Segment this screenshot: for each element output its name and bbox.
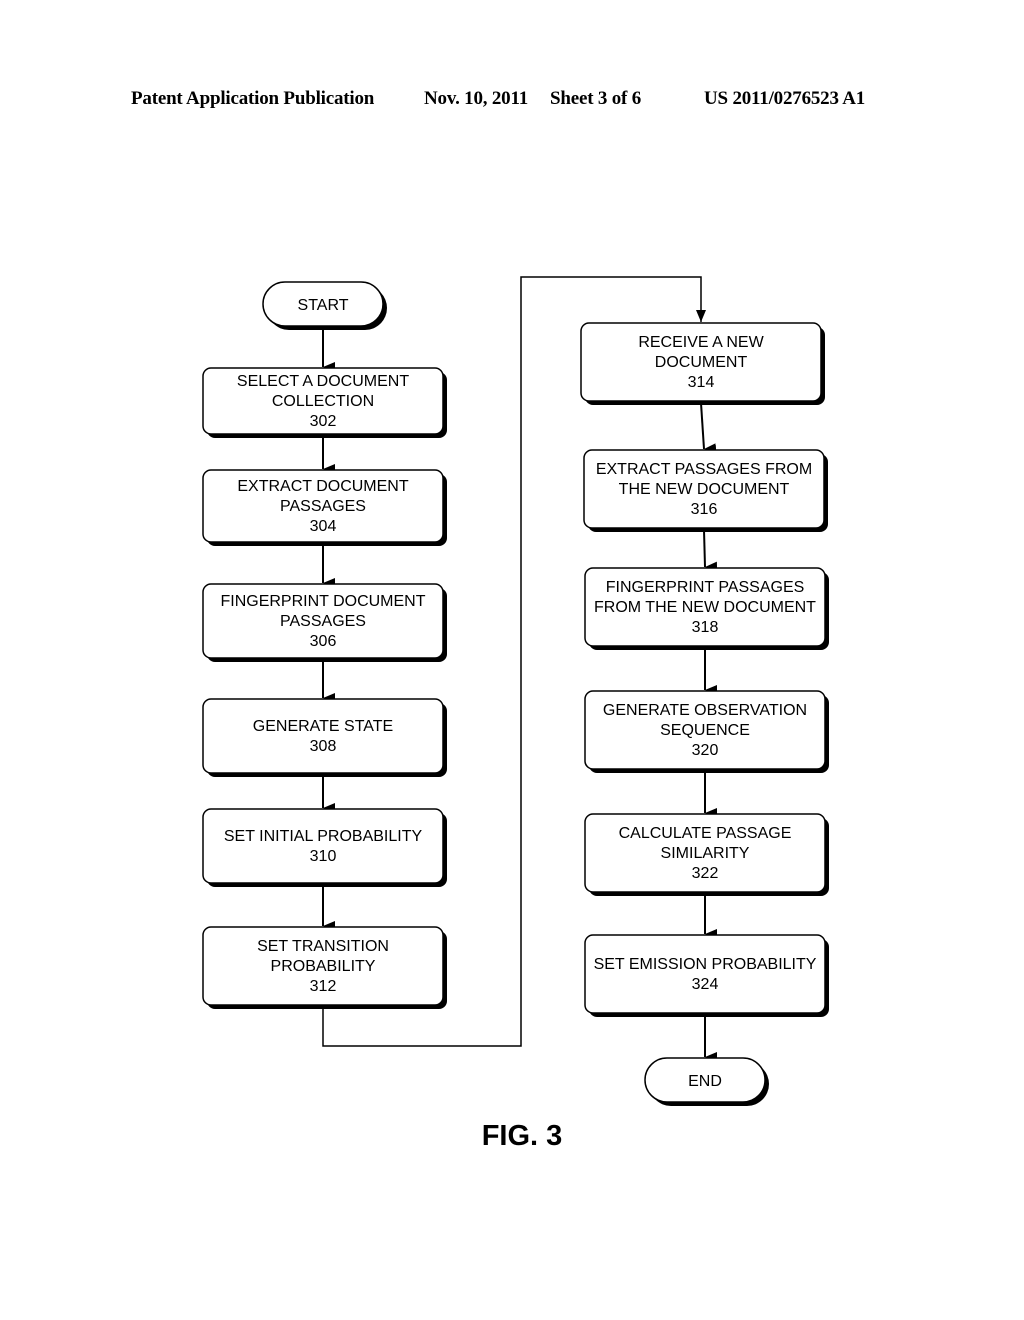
step-310-label-line: SET INITIAL PROBABILITY (224, 828, 423, 845)
step-304-label-line: EXTRACT DOCUMENT (237, 478, 408, 495)
step-318: FINGERPRINT PASSAGES FROM THE NEW DOCUMEN… (584, 567, 829, 650)
step-322-label-line: CALCULATE PASSAGE (619, 825, 792, 842)
step-308-ref-number: 308 (310, 738, 337, 755)
step-306: FINGERPRINT DOCUMENT PASSAGES 306 (202, 583, 447, 662)
step-306-ref-number: 306 (310, 633, 337, 650)
step-318-ref-number: 318 (692, 619, 719, 636)
step-310: SET INITIAL PROBABILITY 310 (202, 808, 447, 887)
step-308: GENERATE STATE 308 (202, 698, 447, 777)
step-304: EXTRACT DOCUMENT PASSAGES 304 (202, 469, 447, 546)
end-terminal: END (644, 1057, 769, 1106)
step-312-ref-number: 312 (310, 978, 337, 995)
start-terminal: START (262, 281, 387, 330)
step-312-label-line: PROBABILITY (271, 958, 376, 975)
step-324: SET EMISSION PROBABILITY 324 (584, 934, 829, 1017)
step-324-ref-number: 324 (692, 976, 719, 993)
step-318-label-line: FROM THE NEW DOCUMENT (594, 599, 816, 616)
step-314: RECEIVE A NEW DOCUMENT 314 (580, 322, 825, 405)
arrow-316-to-318 (703, 529, 718, 572)
step-324-label-line: SET EMISSION PROBABILITY (594, 956, 817, 973)
step-316-label-line: THE NEW DOCUMENT (619, 481, 790, 498)
step-302-label-line: SELECT A DOCUMENT (237, 373, 409, 390)
flowchart: START SELECT A DOCUMENT COLLECTION 302 EXTRA… (202, 276, 829, 1152)
step-314-ref-number: 314 (688, 374, 715, 391)
step-306-label-line: PASSAGES (280, 613, 366, 630)
step-322: CALCULATE PASSAGE SIMILARITY 322 (584, 813, 829, 896)
step-320-ref-number: 320 (692, 742, 719, 759)
step-320-label-line: SEQUENCE (660, 722, 750, 739)
arrow-314-to-316 (700, 402, 717, 454)
step-304-label-line: PASSAGES (280, 498, 366, 515)
figure-label: FIG. 3 (482, 1120, 563, 1152)
nodes: START SELECT A DOCUMENT COLLECTION 302 EXTRA… (202, 281, 829, 1106)
step-312: SET TRANSITION PROBABILITY 312 (202, 926, 447, 1009)
step-316-label-line: EXTRACT PASSAGES FROM (596, 461, 812, 478)
step-302-ref-number: 302 (310, 413, 337, 430)
step-316-ref-number: 316 (691, 501, 718, 518)
step-302-label-line: COLLECTION (272, 393, 374, 410)
step-320: GENERATE OBSERVATION SEQUENCE 320 (584, 690, 829, 773)
step-322-label-line: SIMILARITY (661, 845, 750, 862)
step-304-ref-number: 304 (310, 518, 337, 535)
step-306-label-line: FINGERPRINT DOCUMENT (220, 593, 425, 610)
step-310-border (202, 808, 444, 884)
step-324-border (584, 934, 826, 1014)
step-312-label-line: SET TRANSITION (257, 938, 389, 955)
step-316: EXTRACT PASSAGES FROM THE NEW DOCUMENT 316 (583, 449, 828, 532)
step-314-label-line: RECEIVE A NEW (638, 334, 764, 351)
step-308-label-line: GENERATE STATE (253, 718, 393, 735)
step-308-border (202, 698, 444, 774)
end-terminal-label: END (688, 1073, 722, 1090)
arrowhead-314 (696, 310, 706, 322)
step-320-label-line: GENERATE OBSERVATION (603, 702, 807, 719)
step-314-label-line: DOCUMENT (655, 354, 748, 371)
step-302: SELECT A DOCUMENT COLLECTION 302 (202, 367, 447, 438)
start-terminal-label: START (298, 297, 349, 314)
step-310-ref-number: 310 (310, 848, 337, 865)
step-318-label-line: FINGERPRINT PASSAGES (606, 579, 805, 596)
step-322-ref-number: 322 (692, 865, 719, 882)
